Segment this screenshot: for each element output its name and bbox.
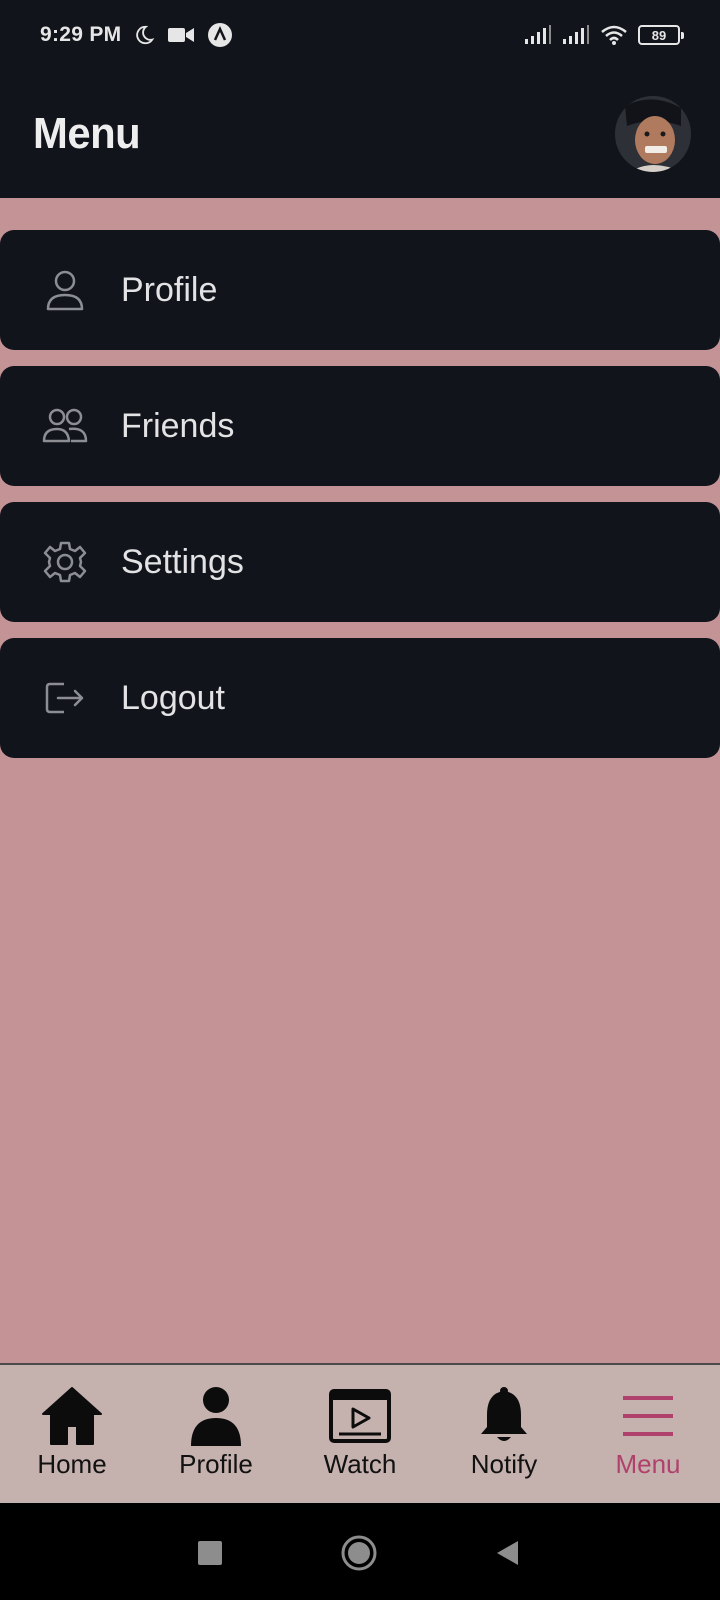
- menu-item-profile[interactable]: Profile: [0, 230, 720, 350]
- bottom-nav: Home Profile Watch Notify Menu: [0, 1363, 720, 1503]
- nav-label: Home: [37, 1449, 107, 1479]
- home-icon: [40, 1385, 104, 1447]
- user-icon: [184, 1385, 248, 1447]
- recents-button[interactable]: [190, 1533, 230, 1573]
- video-camera-icon: [167, 25, 195, 45]
- nav-item-menu[interactable]: Menu: [576, 1365, 720, 1503]
- menu-item-settings[interactable]: Settings: [0, 502, 720, 622]
- logout-icon: [42, 675, 88, 721]
- menu-item-label: Settings: [121, 542, 244, 581]
- avatar[interactable]: [615, 96, 691, 172]
- status-time: 9:29 PM: [40, 23, 122, 46]
- nav-item-home[interactable]: Home: [0, 1365, 144, 1503]
- users-icon: [42, 403, 88, 449]
- nav-item-profile[interactable]: Profile: [144, 1365, 288, 1503]
- page-title: Menu: [33, 109, 141, 158]
- user-icon: [42, 267, 88, 313]
- status-left: 9:29 PM: [40, 22, 233, 48]
- nav-label: Watch: [323, 1449, 397, 1479]
- menu-icon: [616, 1385, 680, 1447]
- menu-item-label: Friends: [121, 406, 235, 445]
- battery-indicator: 89: [638, 25, 684, 45]
- nav-item-watch[interactable]: Watch: [288, 1365, 432, 1503]
- signal-icon: [562, 25, 590, 45]
- menu-item-label: Logout: [121, 678, 225, 717]
- status-right: 89: [524, 24, 684, 46]
- play-icon: [328, 1385, 392, 1447]
- nav-item-notify[interactable]: Notify: [432, 1365, 576, 1503]
- bell-icon: [472, 1385, 536, 1447]
- wifi-icon: [600, 24, 628, 46]
- menu-item-logout[interactable]: Logout: [0, 638, 720, 758]
- home-button[interactable]: [339, 1533, 379, 1573]
- menu-item-label: Profile: [121, 270, 218, 309]
- nav-label: Profile: [179, 1449, 253, 1479]
- nav-label: Notify: [470, 1449, 538, 1479]
- gear-icon: [42, 539, 88, 585]
- app-header: Menu: [0, 70, 720, 198]
- system-nav-bar: [0, 1503, 720, 1600]
- status-bar: 9:29 PM 89: [0, 0, 720, 70]
- nav-label: Menu: [615, 1449, 681, 1479]
- moon-icon: [133, 24, 155, 46]
- app-circle-icon: [207, 22, 233, 48]
- back-button[interactable]: [487, 1533, 527, 1573]
- signal-icon: [524, 25, 552, 45]
- menu-item-friends[interactable]: Friends: [0, 366, 720, 486]
